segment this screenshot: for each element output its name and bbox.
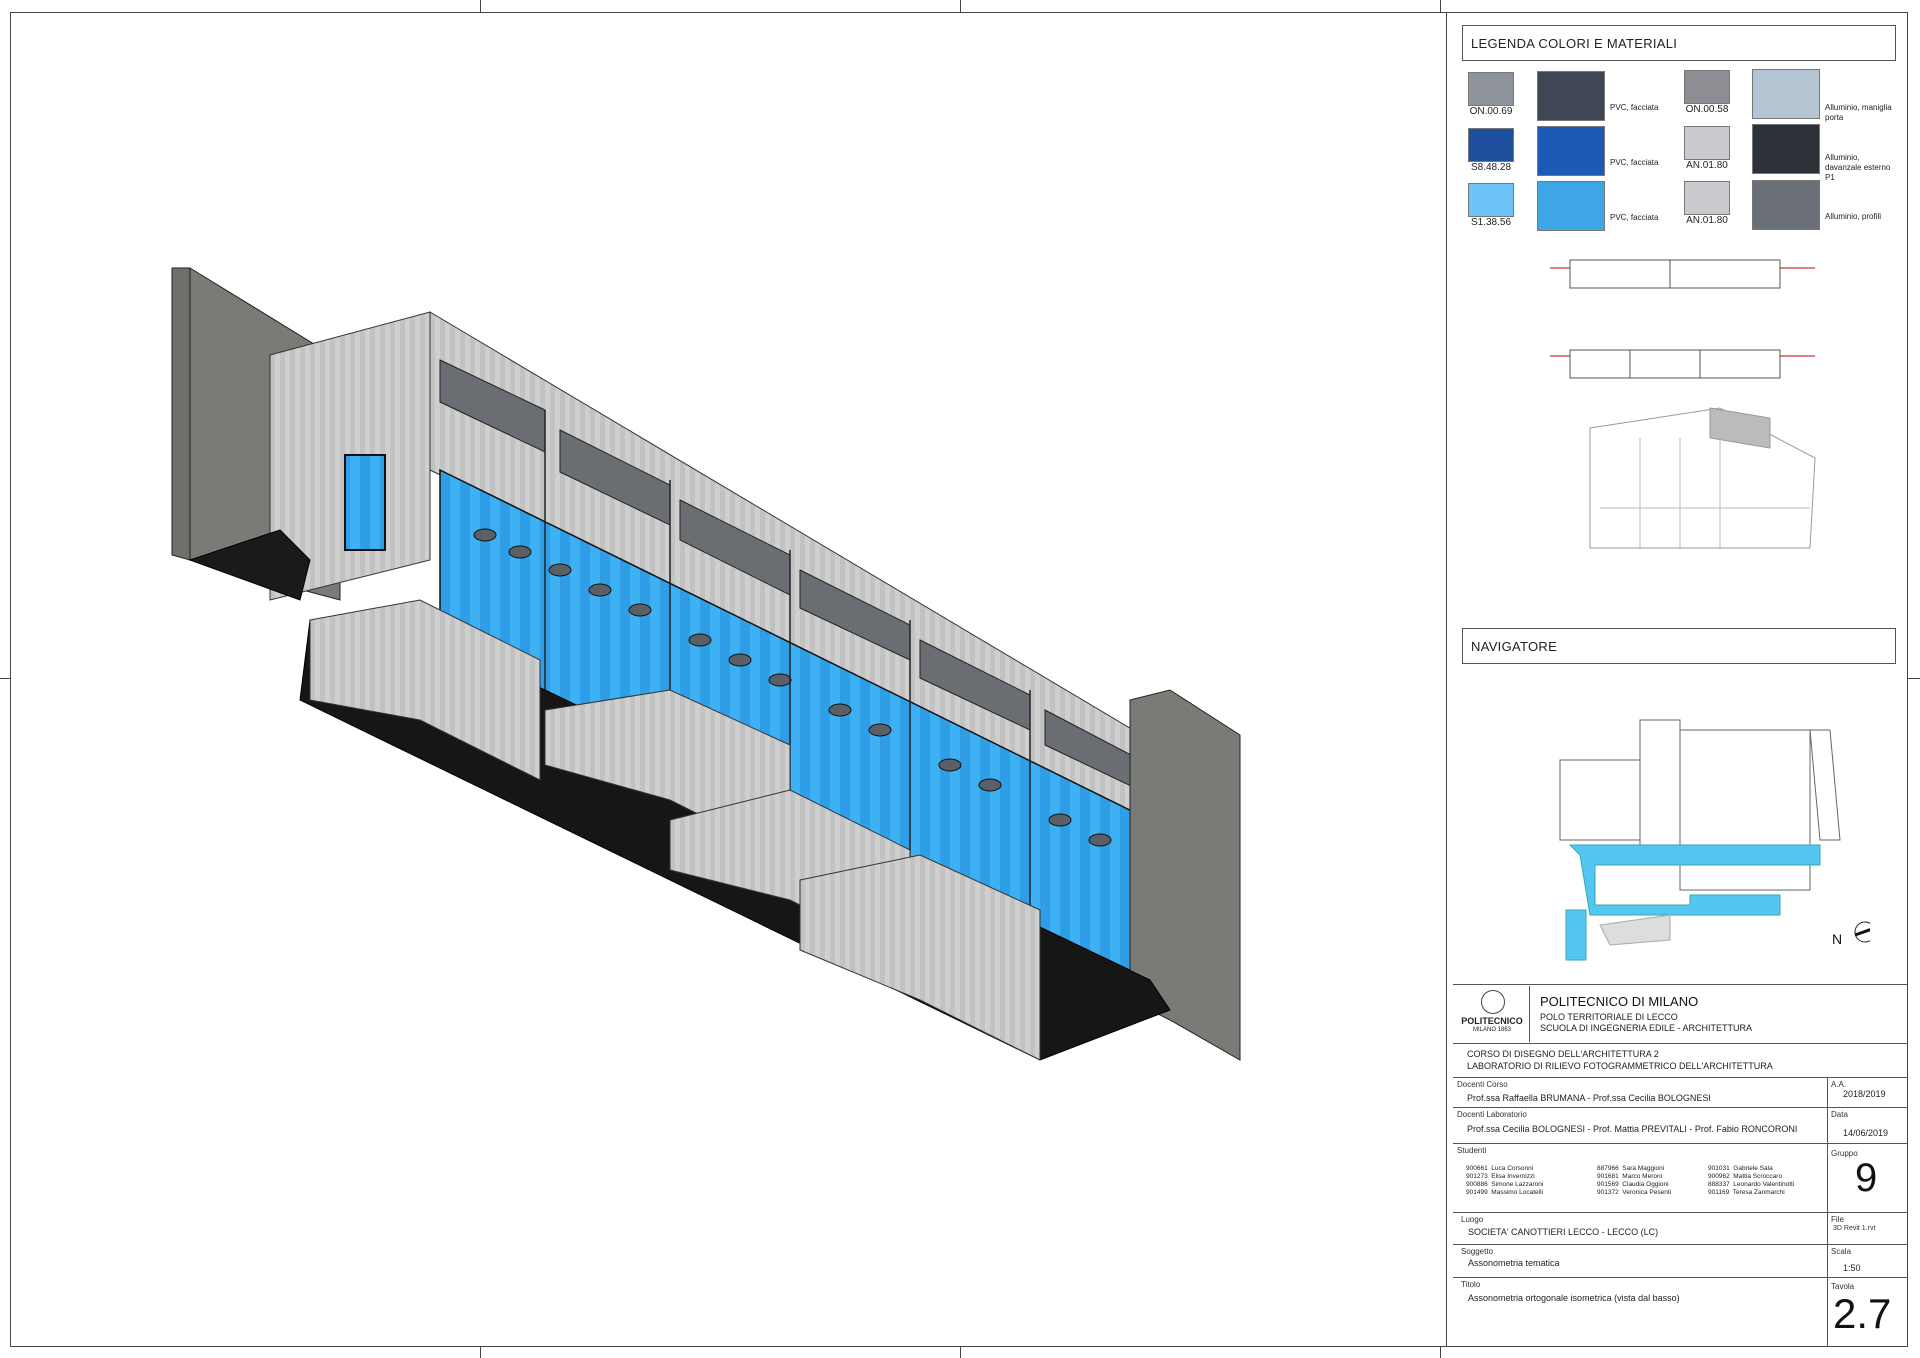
material-label: PVC, facciata: [1610, 213, 1659, 222]
material-sample: [1752, 124, 1820, 174]
color-swatch: [1468, 183, 1514, 217]
logo-seal-icon: [1481, 990, 1505, 1014]
frame-tick: [480, 0, 481, 12]
file-value: 3D Revit 1.rvt: [1833, 1225, 1876, 1232]
luogo-label: Luogo: [1461, 1215, 1484, 1224]
material-label: Alluminio, davanzale esterno P1: [1825, 153, 1891, 182]
tb-divider: [1453, 1043, 1908, 1044]
file-label: File: [1831, 1215, 1844, 1224]
scala-label: Scala: [1831, 1247, 1852, 1256]
material-label: Alluminio, profili: [1825, 212, 1882, 221]
material-sample: [1752, 69, 1820, 119]
frame-tick: [480, 1347, 481, 1358]
titolo-label: Titolo: [1461, 1280, 1481, 1289]
soggetto-label: Soggetto: [1461, 1247, 1494, 1256]
color-swatch: [1684, 70, 1730, 104]
docenti-lab-label: Docenti Laboratorio: [1457, 1110, 1527, 1119]
swatch-code: S1.38.56: [1470, 217, 1512, 228]
tb-divider: [1453, 1244, 1908, 1245]
frame-tick: [1908, 678, 1920, 679]
legend-title: LEGENDA COLORI E MATERIALI: [1471, 36, 1678, 51]
material-sample: [1752, 180, 1820, 230]
aa-value: 2018/2019: [1843, 1089, 1886, 1099]
frame-tick: [1440, 0, 1441, 12]
studenti-label: Studenti: [1457, 1146, 1487, 1155]
logo-text: POLITECNICO: [1461, 1016, 1523, 1026]
students-col-1: 900661 Luca Corsonni 901273 Elisa Invern…: [1466, 1165, 1544, 1196]
docenti-lab: Prof.ssa Cecilia BOLOGNESI - Prof. Matti…: [1467, 1124, 1798, 1134]
frame-tick: [960, 0, 961, 12]
gruppo-label: Gruppo: [1831, 1149, 1858, 1158]
color-swatch: [1684, 126, 1730, 160]
tavola-value: 2.7: [1833, 1290, 1892, 1337]
frame-tick: [0, 678, 10, 679]
navigator-title: NAVIGATORE: [1471, 639, 1558, 654]
axonometric-drawing: [171, 267, 1241, 1061]
logo: POLITECNICO MILANO 1863: [1455, 986, 1530, 1042]
swatch-code: S8.48.28: [1470, 162, 1512, 173]
course-line-1: CORSO DI DISEGNO DELL'ARCHITETTURA 2: [1467, 1049, 1659, 1059]
logo-sub: MILANO 1863: [1472, 1027, 1512, 1033]
legend-header: LEGENDA COLORI E MATERIALI: [1462, 25, 1896, 61]
tb-divider: [1453, 1277, 1908, 1278]
tb-divider: [1453, 1107, 1908, 1108]
scala-value: 1:50: [1843, 1263, 1861, 1273]
soggetto-value: Assonometria tematica: [1468, 1258, 1560, 1268]
luogo-value: SOCIETA' CANOTTIERI LECCO - LECCO (LC): [1468, 1227, 1659, 1237]
material-label: PVC, facciata: [1610, 158, 1659, 167]
docenti-corso-label: Docenti Corso: [1457, 1080, 1508, 1089]
frame-tick: [1440, 1347, 1441, 1358]
students-col-3: 901031 Gabriele Sala 900962 Mattia Scroc…: [1708, 1165, 1795, 1196]
key-plan-drawings: [1550, 259, 1816, 549]
titolo-value: Assonometria ortogonale isometrica (vist…: [1468, 1293, 1680, 1303]
material-label: PVC, facciata: [1610, 103, 1659, 112]
gruppo-value: 9: [1855, 1156, 1878, 1200]
color-swatch: [1684, 181, 1730, 215]
navigator-map: N: [1559, 719, 1870, 961]
campus-name: POLO TERRITORIALE DI LECCO: [1540, 1012, 1678, 1022]
swatch-code: ON.00.58: [1685, 104, 1729, 115]
material-sample: [1537, 126, 1605, 176]
docenti-corso: Prof.ssa Raffaella BRUMANA - Prof.ssa Ce…: [1467, 1093, 1711, 1103]
swatch-code: AN.01.80: [1686, 215, 1728, 226]
data-label: Data: [1831, 1110, 1848, 1119]
frame-tick: [960, 1347, 961, 1358]
tb-divider: [1453, 984, 1908, 985]
swatch-code: ON.00.69: [1469, 106, 1513, 117]
tb-divider: [1453, 1212, 1908, 1213]
compass-label: N: [1832, 931, 1842, 947]
school-name: SCUOLA DI INGEGNERIA EDILE - ARCHITETTUR…: [1540, 1023, 1753, 1033]
university-name: POLITECNICO DI MILANO: [1540, 994, 1699, 1009]
students-col-2: 887966 Sara Maggioni 901681 Marco Meroni…: [1597, 1165, 1672, 1196]
navigator-header: NAVIGATORE: [1462, 628, 1896, 664]
data-value: 14/06/2019: [1843, 1128, 1889, 1138]
tb-divider: [1453, 1077, 1908, 1078]
color-swatch: [1468, 72, 1514, 106]
material-sample: [1537, 71, 1605, 121]
tb-divider: [1453, 1143, 1908, 1144]
color-swatch: [1468, 128, 1514, 162]
swatch-code: AN.01.80: [1686, 160, 1728, 171]
material-sample: [1537, 181, 1605, 231]
course-line-2: LABORATORIO DI RILIEVO FOTOGRAMMETRICO D…: [1467, 1061, 1773, 1071]
material-label: Alluminio, maniglia porta: [1825, 103, 1892, 122]
aa-label: A.A.: [1831, 1080, 1847, 1089]
